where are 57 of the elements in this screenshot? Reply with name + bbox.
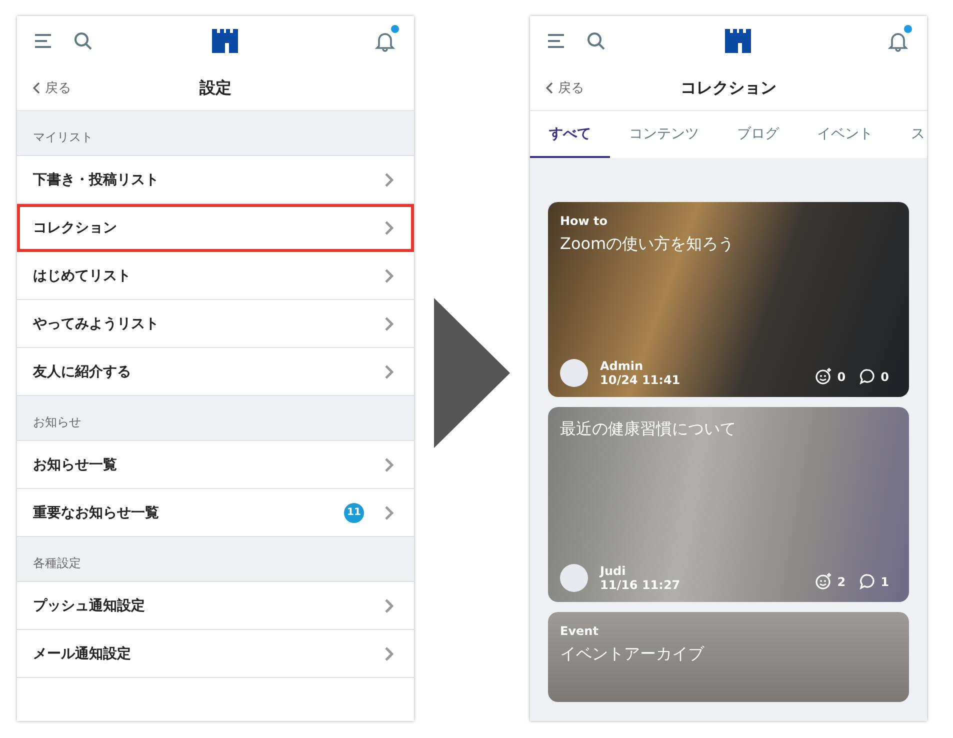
chevron-right-icon [384,220,394,236]
avatar [560,564,588,592]
card-title: Zoomの使い方を知ろう [560,234,736,255]
section-title: マイリスト [33,129,93,146]
post-date: 10/24 11:41 [600,373,680,387]
chevron-right-icon [384,172,394,188]
chevron-left-icon [546,82,554,94]
menu-icon[interactable] [546,32,566,50]
chevron-right-icon [384,504,394,520]
menu-icon[interactable] [33,32,53,50]
menu-item[interactable]: コレクション [17,204,414,252]
author-name: Judi [600,564,627,578]
count-badge: 11 [344,502,364,522]
chevron-left-icon [33,82,41,94]
bell-icon[interactable] [374,30,396,52]
section-title: お知らせ [33,414,81,431]
castle-logo-icon[interactable] [212,29,238,53]
tab[interactable]: コンテンツ [610,111,718,158]
comment-count: 0 [880,370,889,384]
tab[interactable]: ス [892,111,927,158]
right-arrow-icon [434,298,510,448]
section-title: 各種設定 [33,555,81,572]
chevron-right-icon [384,364,394,380]
reaction-count: 2 [837,574,846,588]
comment-count: 1 [880,574,889,588]
chevron-right-icon [384,598,394,614]
card-title: イベントアーカイブ [560,644,706,665]
menu-item[interactable]: プッシュ通知設定 [17,582,414,630]
chevron-right-icon [384,268,394,284]
post-date: 11/16 11:27 [600,578,680,592]
back-link[interactable]: 戻る [546,79,616,97]
category-label: How to [560,214,609,228]
chevron-right-icon [384,646,394,662]
menu-item[interactable]: 下書き・投稿リスト [17,156,414,204]
author-name: Admin [600,359,644,373]
smiley-plus-icon[interactable] [815,368,832,385]
page-title: 設定 [200,78,232,98]
reaction-count: 0 [837,370,846,384]
chevron-right-icon [384,456,394,472]
card-title: 最近の健康習慣について [560,419,737,440]
avatar [560,359,588,387]
speech-bubble-icon[interactable] [858,368,876,385]
search-icon[interactable] [73,31,93,51]
search-icon[interactable] [586,31,606,51]
tab[interactable]: イベント [798,111,892,158]
chevron-right-icon [384,316,394,332]
content-card[interactable]: How to Zoomの使い方を知ろう Admin 10/24 11:41 0 0 [548,202,909,397]
menu-item[interactable]: やってみようリスト [17,300,414,348]
menu-item[interactable]: お知らせ一覧 [17,441,414,489]
page-title: コレクション [680,78,776,98]
menu-item[interactable]: メール通知設定 [17,630,414,678]
menu-item[interactable]: はじめてリスト [17,252,414,300]
back-link[interactable]: 戻る [33,79,103,97]
castle-logo-icon[interactable] [724,29,750,53]
bell-icon[interactable] [887,30,909,52]
category-label: Event [560,624,600,638]
tab[interactable]: ブログ [718,111,798,158]
